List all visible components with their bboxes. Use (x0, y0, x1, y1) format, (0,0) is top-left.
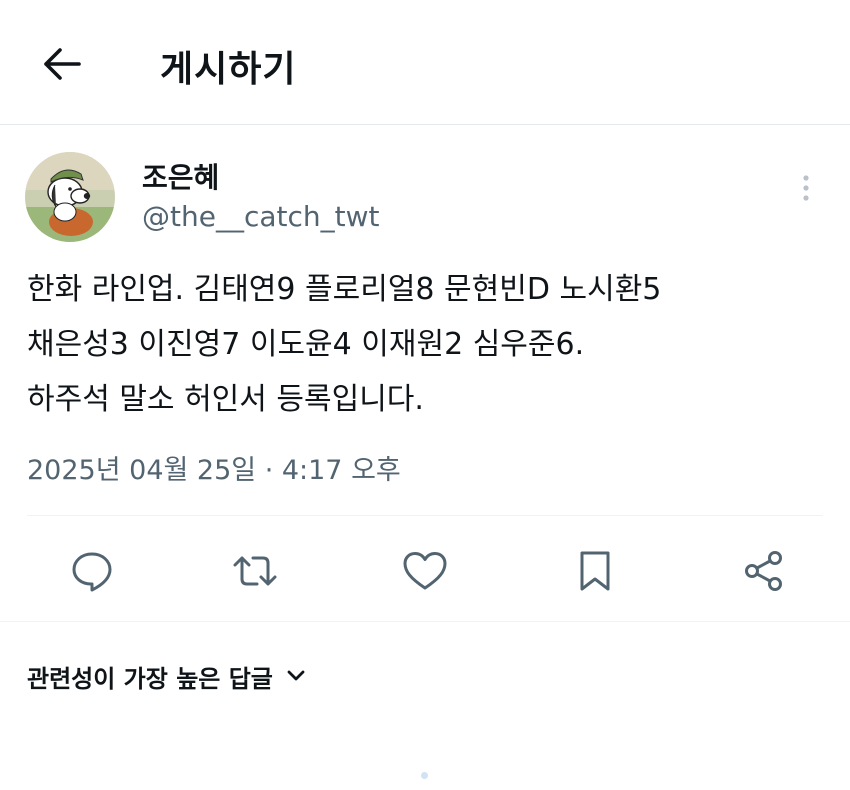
loading-indicator (421, 772, 428, 779)
repost-arrows-icon (233, 556, 277, 586)
post-text: 한화 라인업. 김태연9 플로리얼8 문현빈D 노시환5 채은성3 이진영7 이… (27, 262, 827, 427)
share-button[interactable] (738, 545, 790, 597)
post-timestamp[interactable]: 2025년 04월 25일 · 4:17 오후 (27, 448, 401, 487)
chevron-down-icon (287, 670, 305, 682)
repost-button[interactable] (229, 545, 281, 597)
page-title: 게시하기 (160, 49, 297, 90)
bookmark-button[interactable] (569, 545, 621, 597)
post-text-line: 채은성3 이진영7 이도윤4 이재원2 심우준6. (27, 327, 585, 362)
post-text-line: 한화 라인업. 김태연9 플로리얼8 문현빈D 노시환5 (27, 272, 662, 307)
snoopy-avatar (25, 152, 115, 242)
avatar[interactable] (25, 152, 115, 242)
back-button[interactable] (36, 42, 86, 86)
post-text-line: 하주석 말소 허인서 등록입니다. (27, 382, 424, 417)
reply-sort-dropdown[interactable]: 관련성이 가장 높은 답글 (27, 658, 305, 694)
bookmark-icon (580, 551, 610, 591)
more-vertical-icon (803, 175, 809, 201)
divider (27, 515, 823, 516)
arrow-left-icon (44, 48, 81, 80)
share-nodes-icon (745, 551, 782, 591)
top-bar: 게시하기 (0, 0, 850, 125)
like-button[interactable] (399, 545, 451, 597)
author-display-name[interactable]: 조은혜 (142, 156, 219, 196)
more-options-button[interactable] (792, 170, 820, 206)
heart-icon (403, 552, 447, 590)
speech-bubble-icon (72, 552, 112, 592)
reply-sort-label: 관련성이 가장 높은 답글 (27, 664, 273, 693)
action-bar (0, 545, 850, 599)
author-handle[interactable]: @the__catch_twt (142, 200, 379, 233)
reply-button[interactable] (66, 545, 118, 597)
divider (0, 621, 850, 622)
